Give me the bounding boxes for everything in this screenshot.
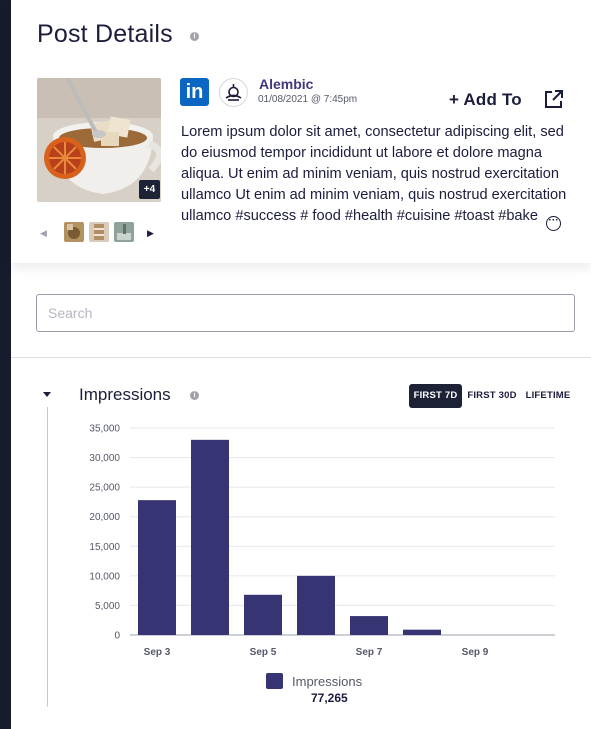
media-thumb[interactable] (64, 222, 84, 242)
section-title: Impressions (79, 385, 171, 404)
y-tick-label: 35,000 (89, 424, 120, 435)
x-tick-label: Sep 7 (356, 647, 383, 658)
post-body: Lorem ipsum dolor sit amet, consectetur … (181, 122, 578, 231)
more-options-icon[interactable]: ··· (546, 216, 562, 231)
bar[interactable] (138, 500, 176, 635)
x-tick-label: Sep 3 (144, 647, 171, 658)
search-input[interactable] (36, 294, 575, 332)
y-tick-label: 30,000 (89, 453, 120, 464)
carousel-next-icon[interactable]: ▶ (147, 228, 154, 239)
media-thumb[interactable] (89, 222, 109, 242)
section-guide-line (47, 407, 48, 707)
info-icon[interactable]: i (190, 391, 199, 400)
alembic-logo-icon (225, 84, 242, 101)
post-author[interactable]: Alembic (259, 76, 313, 92)
media-thumb[interactable] (114, 222, 134, 242)
divider (11, 357, 591, 358)
bar[interactable] (244, 594, 282, 635)
bar[interactable] (297, 575, 335, 635)
post-date: 01/08/2021 @ 7:45pm (258, 94, 358, 105)
collapse-toggle-icon[interactable] (43, 392, 51, 397)
x-tick-label: Sep 5 (250, 647, 277, 658)
left-rail (0, 0, 11, 729)
y-tick-label: 25,000 (89, 483, 120, 494)
legend-label[interactable]: Impressions (292, 674, 362, 689)
more-media-badge[interactable]: +4 (139, 180, 160, 199)
y-tick-label: 20,000 (89, 512, 120, 523)
external-link-icon[interactable] (543, 89, 564, 110)
y-tick-label: 15,000 (89, 542, 120, 553)
legend-swatch[interactable] (266, 673, 283, 689)
bar[interactable] (191, 439, 229, 635)
y-tick-label: 10,000 (89, 571, 120, 582)
info-icon[interactable]: i (190, 32, 199, 41)
impressions-chart: 35,000 30,000 25,000 20,000 15,000 10,000 5,00… (89, 424, 555, 658)
y-tick-label: 5,000 (95, 601, 120, 612)
add-to-button[interactable]: + Add To (449, 90, 522, 110)
carousel-prev-icon[interactable]: ◀ (40, 228, 47, 239)
x-tick-label: Sep 9 (462, 647, 489, 658)
range-first-7d-button[interactable]: FIRST 7D (409, 384, 462, 408)
range-first-30d-button[interactable]: FIRST 30D (465, 384, 519, 408)
bar[interactable] (403, 629, 441, 635)
legend-total: 77,265 (311, 691, 348, 705)
page-title: Post Details (37, 20, 173, 48)
range-lifetime-button[interactable]: LIFETIME (524, 384, 572, 408)
bar[interactable] (350, 616, 388, 635)
avatar (219, 78, 248, 107)
y-tick-label: 0 (114, 631, 120, 642)
linkedin-icon: in (180, 78, 209, 106)
post-text: Lorem ipsum dolor sit amet, consectetur … (181, 124, 567, 224)
